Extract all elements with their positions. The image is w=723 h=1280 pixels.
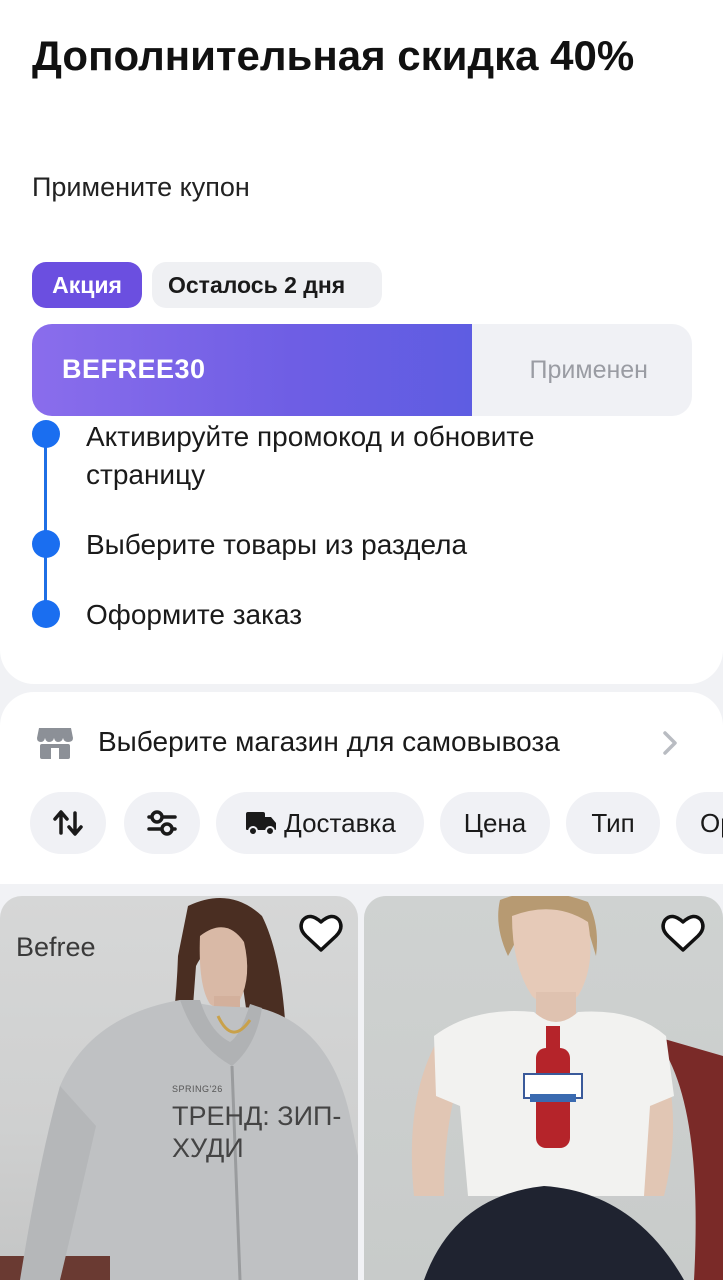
more-filter-chip[interactable]: Ор xyxy=(676,792,723,854)
season-label: SPRING'26 xyxy=(172,1084,223,1094)
days-left-badge: Осталось 2 дня xyxy=(152,262,382,308)
favorite-heart-icon[interactable] xyxy=(660,912,706,954)
pickup-store-selector[interactable]: Выберите магазин для самовывоза xyxy=(36,722,696,762)
coupon-perforation xyxy=(472,324,480,416)
steps-connector xyxy=(44,426,47,622)
favorite-heart-icon[interactable] xyxy=(298,912,344,954)
sort-arrows-icon xyxy=(53,810,83,836)
step-text: Выберите товары из раздела xyxy=(86,529,468,560)
step-dot xyxy=(32,420,60,448)
steps-list: Активируйте промокод и обновите страницу… xyxy=(30,416,690,646)
trend-label: ТРЕНД: ЗИП-ХУДИ xyxy=(172,1101,342,1163)
type-filter-label: Тип xyxy=(591,807,635,838)
promo-title: Дополнительная скидка 40% xyxy=(32,32,635,79)
sale-badge: Акция xyxy=(32,262,142,308)
chevron-right-icon xyxy=(663,731,677,755)
more-filter-label: Ор xyxy=(700,807,723,838)
store-icon xyxy=(37,728,73,759)
type-filter-chip[interactable]: Тип xyxy=(566,792,660,854)
product-card[interactable] xyxy=(364,896,723,1280)
filter-sliders-icon xyxy=(147,810,177,836)
step-text: Активируйте промокод и обновите страницу xyxy=(86,421,535,490)
filter-chips: Доставка Цена Тип Ор xyxy=(30,792,723,856)
delivery-filter-label: Доставка xyxy=(284,807,396,838)
coupon-status: Применен xyxy=(529,356,648,384)
pickup-store-label: Выберите магазин для самовывоза xyxy=(98,726,560,757)
price-filter-chip[interactable]: Цена xyxy=(440,792,550,854)
promo-subtitle: Примените купон xyxy=(32,172,250,202)
filter-settings-button[interactable] xyxy=(124,792,200,854)
promo-card: Дополнительная скидка 40% Примените купо… xyxy=(0,0,723,684)
step-dot xyxy=(32,530,60,558)
store-filter-card: Выберите магазин для самовывоза Доставка… xyxy=(0,692,723,884)
product-card[interactable]: Befree SPRING'26 ТРЕНД: ЗИП-ХУДИ xyxy=(0,896,358,1280)
brand-label: Befree xyxy=(16,932,96,962)
coupon-code: BEFREE30 xyxy=(62,354,206,384)
price-filter-label: Цена xyxy=(463,807,527,838)
coupon[interactable]: BEFREE30 Применен xyxy=(32,324,692,416)
delivery-truck-icon xyxy=(246,812,277,836)
step-dot xyxy=(32,600,60,628)
delivery-filter-chip[interactable]: Доставка xyxy=(216,792,424,854)
step-text: Оформите заказ xyxy=(86,599,303,630)
sort-button[interactable] xyxy=(30,792,106,854)
